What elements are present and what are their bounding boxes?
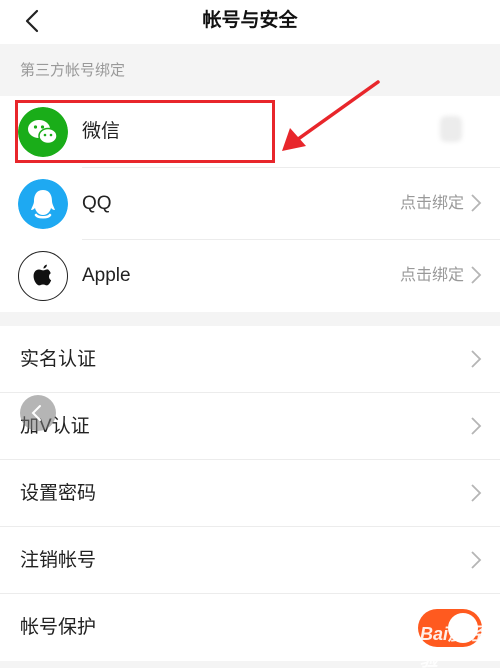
settings-row-protection: 帐号保护 (0, 594, 500, 661)
wechat-icon (18, 107, 68, 157)
bind-action-apple[interactable]: 点击绑定 (400, 264, 464, 288)
bind-row-qq[interactable]: QQ 点击绑定 (0, 168, 500, 240)
toggle-knob (448, 613, 478, 643)
row-label-password: 设置密码 (20, 483, 97, 504)
floating-back-button[interactable] (20, 395, 56, 431)
chevron-right-icon (471, 266, 482, 284)
bind-action-qq[interactable]: 点击绑定 (400, 192, 464, 216)
settings-group: 实名认证 加V认证 设置密码 注销帐号 帐号保护 (0, 326, 500, 661)
chevron-right-icon (471, 484, 482, 502)
chevron-right-icon (471, 350, 482, 368)
chevron-right-icon (471, 417, 482, 435)
chevron-left-icon (31, 405, 41, 421)
apple-icon (18, 251, 68, 301)
row-label-deactivate: 注销帐号 (20, 550, 97, 571)
row-label-apple: Apple (82, 265, 131, 286)
settings-row-verify-v[interactable]: 加V认证 (0, 393, 500, 460)
settings-row-deactivate[interactable]: 注销帐号 (0, 527, 500, 594)
row-label-qq: QQ (82, 193, 112, 214)
row-label-protection: 帐号保护 (20, 617, 97, 638)
protection-toggle[interactable] (418, 609, 482, 647)
row-label-real-name: 实名认证 (20, 349, 97, 370)
qq-penguin-icon (18, 179, 68, 229)
section-label-third-party: 第三方帐号绑定 (20, 62, 126, 79)
settings-row-password[interactable]: 设置密码 (0, 460, 500, 527)
bind-row-apple[interactable]: Apple 点击绑定 (0, 240, 500, 312)
chevron-right-icon (471, 194, 482, 212)
settings-row-real-name[interactable]: 实名认证 (0, 326, 500, 393)
bind-row-wechat[interactable]: 微信 (0, 96, 500, 168)
nav-header: 帐号与安全 (0, 0, 500, 44)
third-party-group: 微信 QQ 点击绑定 Apple 点击绑定 (0, 96, 500, 312)
chevron-right-icon (471, 551, 482, 569)
redacted-blur (440, 116, 462, 142)
row-label-wechat: 微信 (82, 121, 121, 142)
page-title: 帐号与安全 (202, 10, 298, 31)
